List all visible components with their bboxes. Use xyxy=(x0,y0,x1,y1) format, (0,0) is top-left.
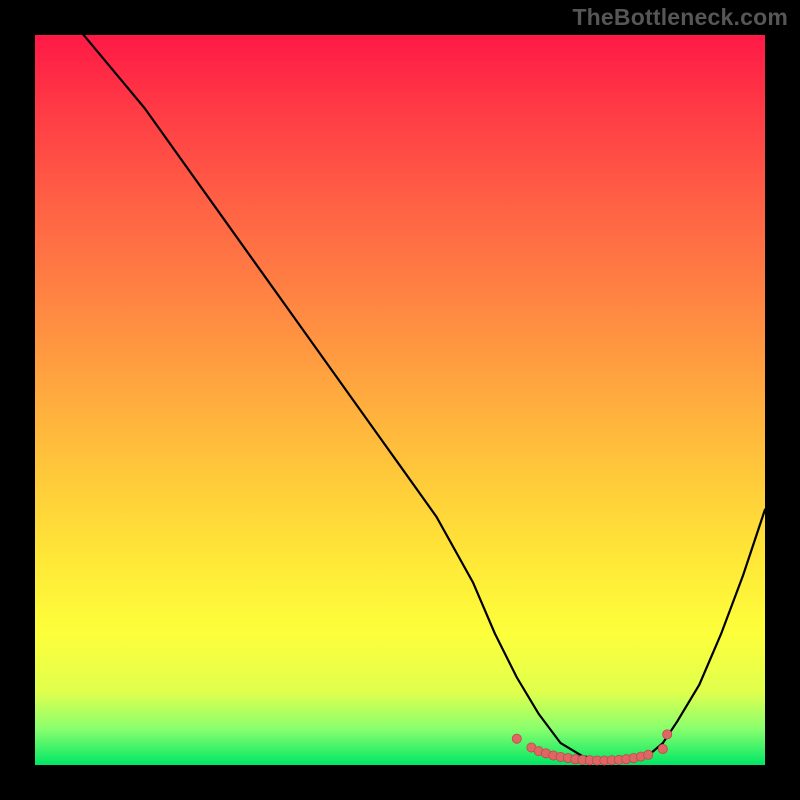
chart-frame: TheBottleneck.com xyxy=(0,0,800,800)
flat-region-markers xyxy=(512,730,672,765)
marker-dot xyxy=(658,744,667,753)
curve-svg xyxy=(35,35,765,765)
plot-area xyxy=(35,35,765,765)
watermark-text: TheBottleneck.com xyxy=(572,4,788,31)
marker-dot xyxy=(512,734,521,743)
bottleneck-curve xyxy=(35,0,765,760)
marker-dot xyxy=(663,730,672,739)
marker-dot xyxy=(644,750,653,759)
